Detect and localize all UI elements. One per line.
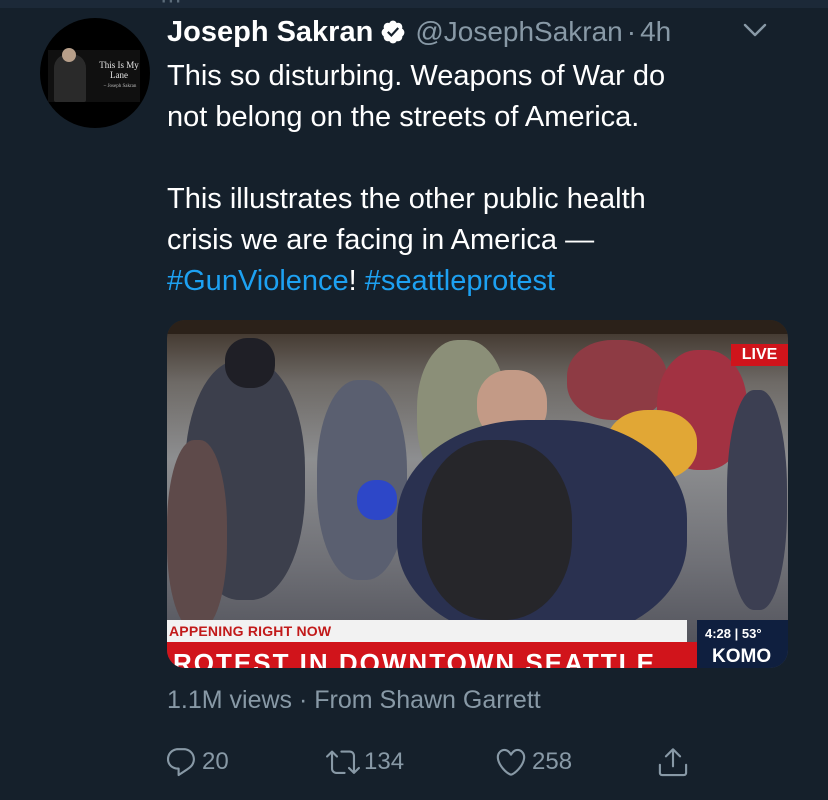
retweet-icon <box>326 750 360 774</box>
reply-icon <box>166 748 195 777</box>
like-icon <box>496 748 526 776</box>
avatar-subcaption: ~ Joseph Sakran <box>103 84 137 89</box>
avatar-caption: This Is My Lane <box>99 60 139 80</box>
tweet-text-line: not belong on the streets of America. <box>167 101 640 133</box>
news-banner-main-text: ROTEST IN DOWNTOWN SEATTLE <box>173 648 656 668</box>
exclamation: ! <box>348 265 357 297</box>
separator-dot: · <box>626 16 637 47</box>
tweet-text-line: crisis we are facing in America — <box>167 224 595 256</box>
like-button[interactable]: 258 <box>494 742 572 782</box>
tweet-text-line: This illustrates the other public health <box>167 183 646 215</box>
news-clock: 4:28 | 53° <box>705 626 762 641</box>
retweet-count: 134 <box>364 748 405 775</box>
avatar-head <box>62 48 76 62</box>
news-banner-main: ROTEST IN DOWNTOWN SEATTLE <box>167 642 697 668</box>
tweet-text-line: This so disturbing. Weapons of War do <box>167 60 666 92</box>
hashtag-line: #GunViolence! #seattleprotest <box>167 261 787 302</box>
hashtag-link[interactable]: #GunViolence <box>167 265 349 297</box>
author-handle[interactable]: @JosephSakran <box>415 16 622 48</box>
hashtag-link[interactable]: #seattleprotest <box>365 265 555 297</box>
news-banner-top: APPENING RIGHT NOW <box>167 620 687 642</box>
station-logo: KOMO <box>712 646 772 667</box>
tweet-actions: 20 134 258 <box>0 742 828 782</box>
chevron-down-icon[interactable] <box>742 20 768 40</box>
news-banner-top-text: APPENING RIGHT NOW <box>169 623 332 639</box>
protester-figure <box>727 390 787 610</box>
protester-figure <box>167 440 227 630</box>
retweet-button[interactable]: 134 <box>326 742 404 782</box>
share-button[interactable] <box>656 742 694 782</box>
tweet-timestamp[interactable]: 4h <box>640 16 671 48</box>
video-meta: 1.1M views · From Shawn Garrett <box>167 686 541 714</box>
tweet-header: Joseph Sakran @JosephSakran · 4h <box>167 14 671 50</box>
share-icon <box>658 748 688 777</box>
protester-figure <box>567 340 667 420</box>
author-name[interactable]: Joseph Sakran <box>167 16 373 49</box>
protester-figure <box>225 338 275 388</box>
reply-button[interactable]: 20 <box>164 742 229 782</box>
like-count: 258 <box>532 748 573 775</box>
verified-badge-icon <box>380 19 406 45</box>
protester-figure <box>357 480 397 520</box>
live-badge: LIVE <box>731 344 788 366</box>
video-thumbnail[interactable]: LIVE APPENING RIGHT NOW ROTEST IN DOWNTO… <box>167 320 788 668</box>
tweet-text: This so disturbing. Weapons of War do no… <box>167 56 787 302</box>
protester-figure <box>317 380 407 580</box>
reply-count: 20 <box>202 748 229 775</box>
backpack <box>422 440 572 620</box>
video-top-bar <box>167 320 788 334</box>
previous-tweet-edge: ⋯ <box>0 0 828 8</box>
news-lower-third: APPENING RIGHT NOW ROTEST IN DOWNTOWN SE… <box>167 620 788 668</box>
avatar[interactable]: This Is My Lane ~ Joseph Sakran <box>40 18 150 128</box>
